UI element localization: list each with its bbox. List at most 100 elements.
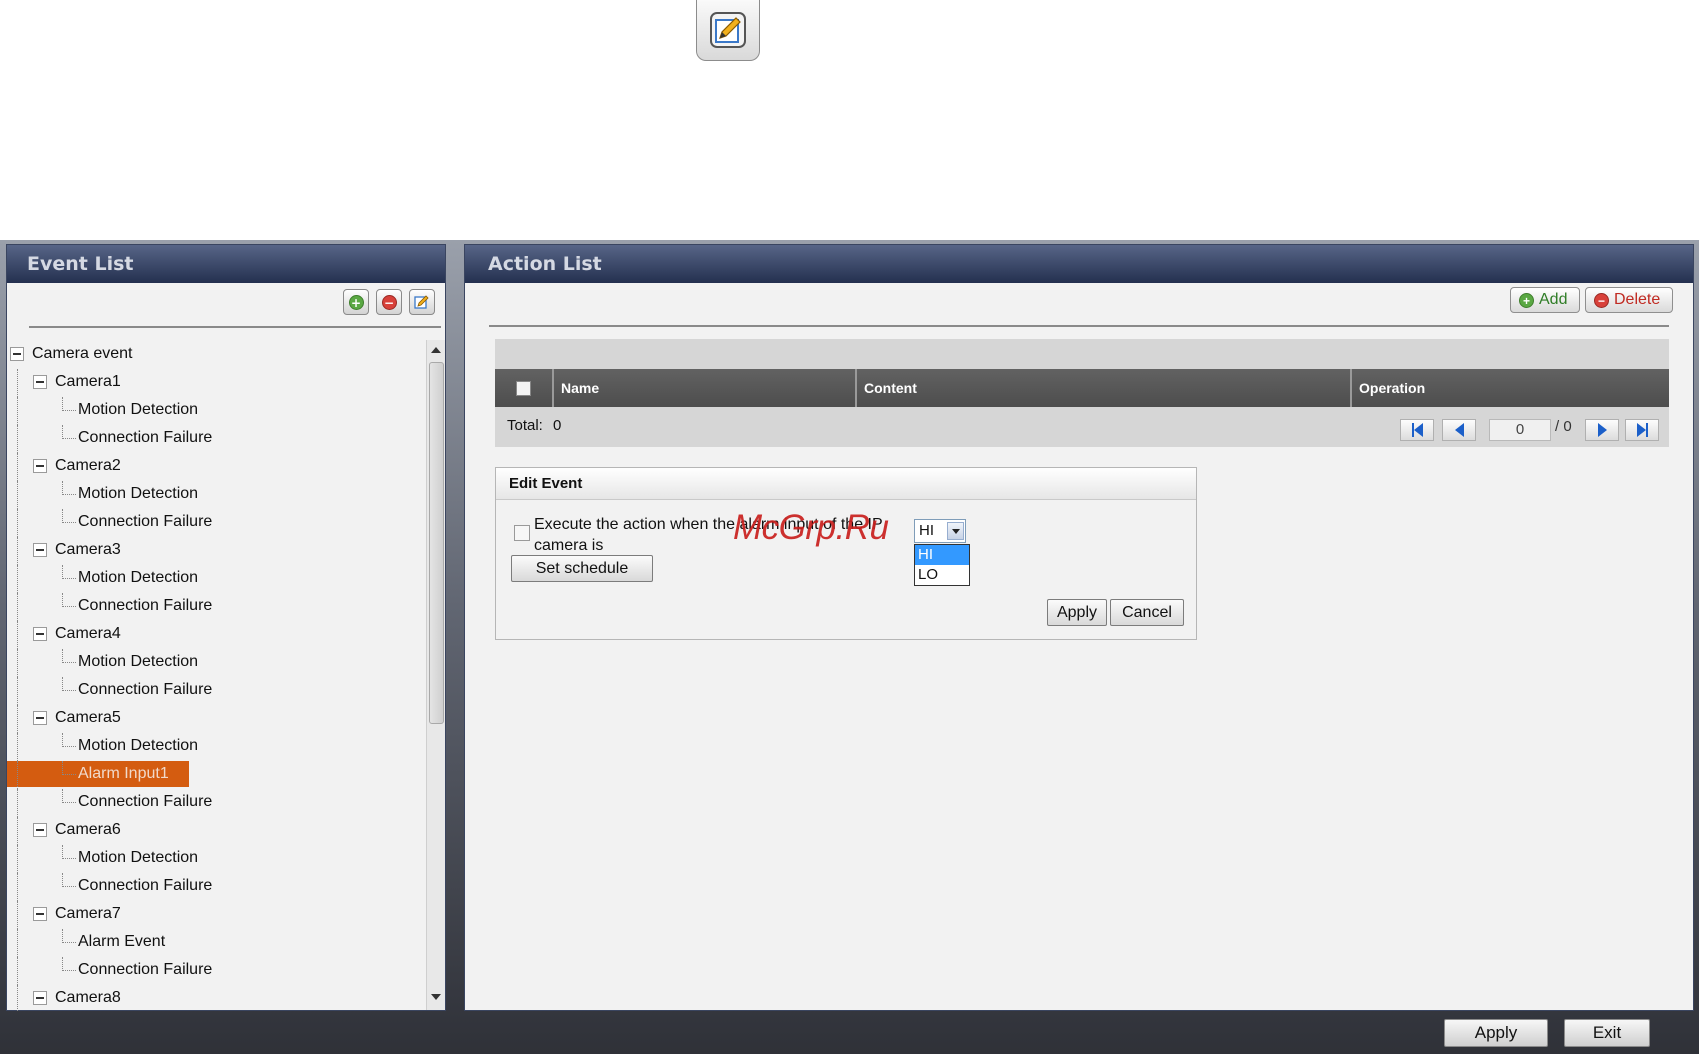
action-table: Name Content Operation Total: 0 0 / 0 (495, 339, 1669, 447)
tree-label: Motion Detection (78, 737, 199, 754)
tree-connector (62, 578, 76, 579)
tree-leaf[interactable]: Motion Detection (7, 565, 427, 593)
tree-connector (17, 453, 18, 481)
tree-connector (17, 397, 18, 425)
prev-page-icon (1454, 423, 1464, 437)
last-page-button[interactable] (1625, 419, 1659, 441)
tree-connector (62, 733, 63, 747)
tree-leaf[interactable]: Connection Failure (7, 957, 427, 985)
add-icon: + (348, 294, 364, 310)
alarm-level-select[interactable]: HI (914, 519, 966, 543)
tree-leaf[interactable]: Connection Failure (7, 425, 427, 453)
execute-action-checkbox[interactable] (514, 525, 530, 541)
collapse-icon[interactable] (10, 347, 24, 361)
dialog-apply-button[interactable]: Apply (1047, 599, 1107, 626)
next-page-icon (1597, 423, 1607, 437)
column-name[interactable]: Name (554, 369, 857, 407)
tree-leaf[interactable]: Connection Failure (7, 677, 427, 705)
select-all-checkbox[interactable] (516, 380, 531, 396)
footer-apply-button[interactable]: Apply (1444, 1019, 1548, 1047)
collapse-icon[interactable] (33, 627, 47, 641)
tree-label: Motion Detection (78, 653, 199, 670)
collapse-icon[interactable] (33, 991, 47, 1005)
edit-note-icon[interactable] (696, 0, 760, 61)
remove-event-button[interactable]: − (376, 289, 402, 315)
tree-connector (17, 817, 18, 845)
add-action-button[interactable]: + Add (1510, 287, 1580, 313)
collapse-icon[interactable] (33, 543, 47, 557)
tree-leaf[interactable]: Motion Detection (7, 733, 427, 761)
remove-icon: − (381, 294, 397, 310)
tree-label: Camera3 (55, 541, 121, 558)
collapse-icon[interactable] (33, 907, 47, 921)
prev-page-button[interactable] (1442, 419, 1476, 441)
tree-connector (62, 677, 63, 691)
tree-node-camera[interactable]: Camera8 (7, 985, 427, 1011)
tree-label: Connection Failure (78, 597, 213, 614)
column-operation[interactable]: Operation (1352, 369, 1669, 407)
footer-exit-button[interactable]: Exit (1564, 1019, 1650, 1047)
collapse-icon[interactable] (33, 459, 47, 473)
tree-label: Camera7 (55, 905, 121, 922)
set-schedule-button[interactable]: Set schedule (511, 555, 653, 582)
tree-connector (62, 593, 63, 607)
tree-root[interactable]: Camera event (7, 341, 427, 367)
next-page-button[interactable] (1585, 419, 1619, 441)
collapse-icon[interactable] (33, 823, 47, 837)
collapse-icon[interactable] (33, 375, 47, 389)
delete-action-label: Delete (1614, 291, 1661, 308)
scroll-down-icon[interactable] (431, 994, 441, 1000)
tree-leaf[interactable]: Motion Detection (7, 481, 427, 509)
add-icon: + (1519, 292, 1534, 308)
tree-leaf[interactable]: Connection Failure (7, 789, 427, 817)
tree-connector (17, 649, 18, 677)
tree-connector (62, 662, 76, 663)
column-content[interactable]: Content (857, 369, 1352, 407)
tree-node-camera[interactable]: Camera4 (7, 621, 427, 649)
tree-leaf[interactable]: Connection Failure (7, 593, 427, 621)
add-event-button[interactable]: + (343, 289, 369, 315)
tree-label: Motion Detection (78, 849, 199, 866)
option-lo[interactable]: LO (915, 565, 969, 585)
tree-scrollbar[interactable] (426, 340, 445, 1010)
tree-leaf[interactable]: Alarm Event (7, 929, 427, 957)
page-number-input[interactable]: 0 (1489, 419, 1551, 441)
tree-connector (62, 438, 76, 439)
alarm-level-dropdown: HI LO (914, 544, 970, 586)
tree-leaf[interactable]: Motion Detection (7, 845, 427, 873)
option-hi[interactable]: HI (915, 545, 969, 565)
tree-connector (17, 789, 18, 817)
dialog-cancel-button[interactable]: Cancel (1110, 599, 1184, 626)
tree-label: Connection Failure (78, 513, 213, 530)
tree-leaf[interactable]: Motion Detection (7, 649, 427, 677)
dropdown-arrow-icon[interactable] (947, 522, 964, 540)
edit-event-button[interactable] (409, 289, 435, 315)
tree-node-camera[interactable]: Camera6 (7, 817, 427, 845)
tree-connector (62, 929, 63, 943)
tree-leaf[interactable]: Motion Detection (7, 397, 427, 425)
tree-connector (17, 901, 18, 929)
tree-leaf[interactable]: Alarm Input1 (7, 761, 427, 789)
tree-connector (62, 481, 63, 495)
tree-node-camera[interactable]: Camera5 (7, 705, 427, 733)
action-list-title: Action List (465, 245, 1693, 283)
tree-node-camera[interactable]: Camera7 (7, 901, 427, 929)
tree-node-camera[interactable]: Camera2 (7, 453, 427, 481)
first-page-button[interactable] (1400, 419, 1434, 441)
tree-label: Motion Detection (78, 569, 199, 586)
tree-connector (17, 565, 18, 593)
select-all-cell (495, 369, 554, 407)
scroll-thumb[interactable] (429, 362, 444, 724)
tree-connector (62, 873, 63, 887)
tree-connector (17, 929, 18, 957)
tree-node-camera[interactable]: Camera1 (7, 369, 427, 397)
delete-action-button[interactable]: − Delete (1585, 287, 1673, 313)
scroll-up-icon[interactable] (431, 347, 441, 353)
edit-event-dialog: Edit Event Execute the action when the a… (495, 467, 1197, 640)
tree-leaf[interactable]: Connection Failure (7, 873, 427, 901)
tree-node-camera[interactable]: Camera3 (7, 537, 427, 565)
add-action-label: Add (1539, 291, 1568, 308)
tree-label: Camera2 (55, 457, 121, 474)
collapse-icon[interactable] (33, 711, 47, 725)
tree-leaf[interactable]: Connection Failure (7, 509, 427, 537)
